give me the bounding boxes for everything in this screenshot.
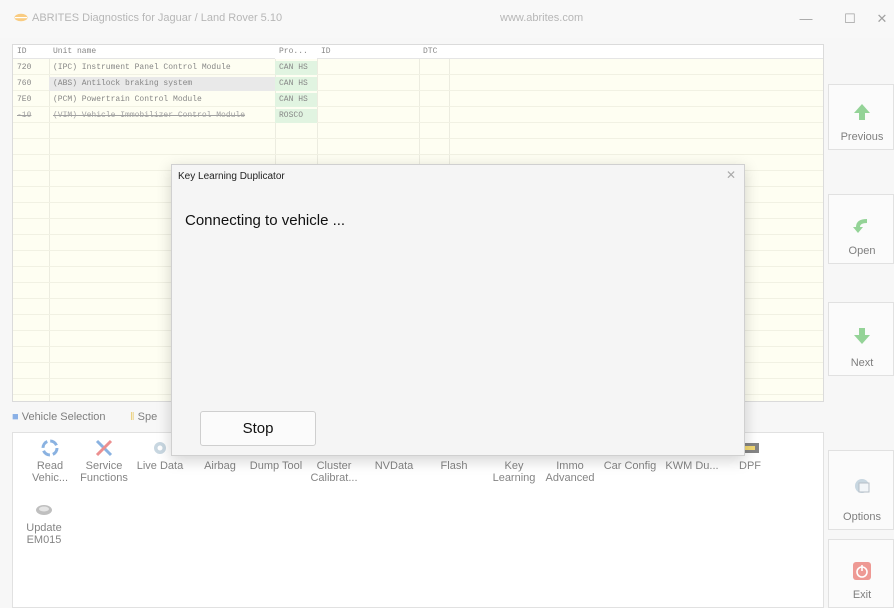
dialog-title: Key Learning Duplicator xyxy=(178,171,285,182)
connection-status: Connecting to vehicle ... xyxy=(185,212,346,229)
app-window: ABRITES Diagnostics for Jaguar / Land Ro… xyxy=(0,0,894,608)
stop-button[interactable]: Stop xyxy=(200,411,316,446)
key-learning-dialog: Key Learning Duplicator ✕ Connecting to … xyxy=(171,164,745,456)
dialog-close-icon[interactable]: ✕ xyxy=(726,168,736,182)
